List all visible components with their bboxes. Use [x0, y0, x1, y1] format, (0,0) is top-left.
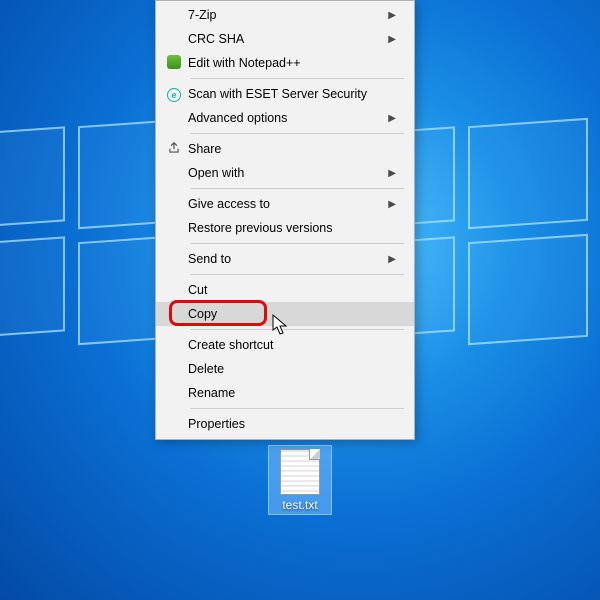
menu-label: Edit with Notepad++ — [184, 56, 396, 70]
chevron-right-icon: ▶ — [388, 199, 396, 210]
menu-label: Give access to — [184, 197, 388, 211]
chevron-right-icon: ▶ — [388, 254, 396, 265]
chevron-right-icon: ▶ — [388, 34, 396, 45]
chevron-right-icon: ▶ — [388, 113, 396, 124]
context-menu: 7-Zip ▶ CRC SHA ▶ Edit with Notepad++ e … — [155, 0, 415, 440]
menu-label: Restore previous versions — [184, 221, 396, 235]
menu-item-advanced-options[interactable]: Advanced options ▶ — [156, 106, 414, 130]
menu-separator — [190, 78, 404, 79]
menu-separator — [190, 408, 404, 409]
menu-item-cut[interactable]: Cut — [156, 278, 414, 302]
windows-desktop: test.txt 7-Zip ▶ CRC SHA ▶ Edit with Not… — [0, 0, 600, 600]
menu-item-copy[interactable]: Copy — [156, 302, 414, 326]
menu-item-delete[interactable]: Delete — [156, 357, 414, 381]
menu-separator — [190, 329, 404, 330]
eset-icon: e — [164, 87, 184, 102]
menu-separator — [190, 188, 404, 189]
share-icon — [164, 141, 184, 158]
menu-item-rename[interactable]: Rename — [156, 381, 414, 405]
menu-label: Scan with ESET Server Security — [184, 87, 396, 101]
menu-separator — [190, 243, 404, 244]
menu-item-share[interactable]: Share — [156, 137, 414, 161]
menu-item-send-to[interactable]: Send to ▶ — [156, 247, 414, 271]
menu-item-crcsha[interactable]: CRC SHA ▶ — [156, 27, 414, 51]
menu-label: Delete — [184, 362, 396, 376]
desktop-file[interactable]: test.txt — [268, 445, 332, 515]
menu-item-eset-scan[interactable]: e Scan with ESET Server Security — [156, 82, 414, 106]
menu-item-restore-versions[interactable]: Restore previous versions — [156, 216, 414, 240]
menu-label: Rename — [184, 386, 396, 400]
menu-item-create-shortcut[interactable]: Create shortcut — [156, 333, 414, 357]
menu-item-7zip[interactable]: 7-Zip ▶ — [156, 3, 414, 27]
menu-item-notepadpp[interactable]: Edit with Notepad++ — [156, 51, 414, 75]
chevron-right-icon: ▶ — [388, 168, 396, 179]
menu-label: Share — [184, 142, 396, 156]
menu-label: Advanced options — [184, 111, 388, 125]
menu-label: Send to — [184, 252, 388, 266]
menu-separator — [190, 133, 404, 134]
menu-separator — [190, 274, 404, 275]
menu-item-open-with[interactable]: Open with ▶ — [156, 161, 414, 185]
menu-label: Copy — [184, 307, 396, 321]
menu-label: Open with — [184, 166, 388, 180]
text-file-icon — [280, 449, 320, 495]
menu-label: Properties — [184, 417, 396, 431]
menu-item-give-access[interactable]: Give access to ▶ — [156, 192, 414, 216]
menu-label: Create shortcut — [184, 338, 396, 352]
menu-label: 7-Zip — [184, 8, 388, 22]
desktop-file-label: test.txt — [271, 498, 329, 512]
menu-label: Cut — [184, 283, 396, 297]
menu-item-properties[interactable]: Properties — [156, 412, 414, 436]
menu-label: CRC SHA — [184, 32, 388, 46]
chevron-right-icon: ▶ — [388, 10, 396, 21]
notepadpp-icon — [164, 55, 184, 72]
